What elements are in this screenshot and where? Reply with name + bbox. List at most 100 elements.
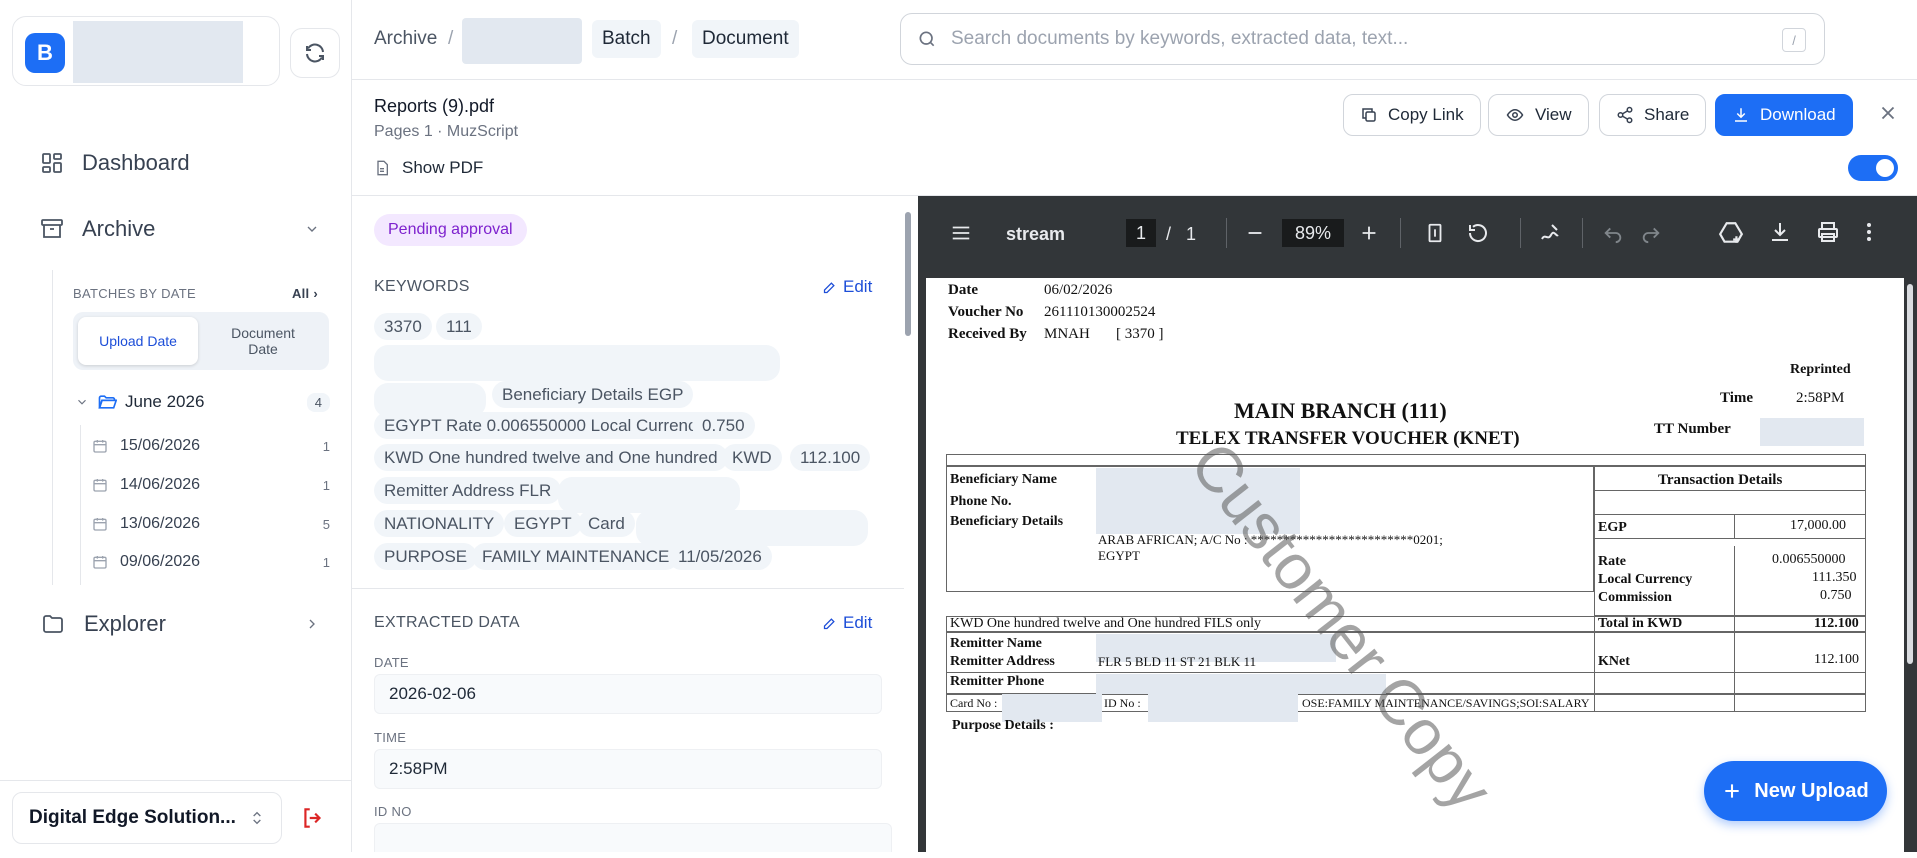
calendar-icon (93, 440, 107, 453)
nav-archive[interactable]: Archive (40, 216, 320, 242)
close-button[interactable] (1877, 102, 1899, 129)
field-date[interactable]: 2026-02-06 (374, 674, 882, 714)
toolbar-divider (1226, 218, 1227, 248)
upload-date-option[interactable]: Upload Date (78, 317, 198, 365)
date-item[interactable]: 13/06/2026 5 (92, 515, 330, 533)
print-icon[interactable] (1816, 220, 1840, 244)
calendar-icon (93, 518, 107, 531)
breadcrumb-batch[interactable]: Batch (592, 20, 661, 58)
keyword-tag: KWD One hundred twelve and One hundred (374, 444, 728, 471)
pdf-text: Rate (1598, 554, 1626, 569)
share-button[interactable]: Share (1599, 94, 1707, 136)
breadcrumb-archive[interactable]: Archive (374, 20, 437, 58)
metadata-panel: Pending approval KEYWORDS Edit 3370 111 … (352, 196, 904, 852)
refresh-button[interactable] (290, 28, 340, 78)
date-item[interactable]: 09/06/2026 1 (92, 553, 330, 571)
pdf-text: ID No : (1104, 696, 1141, 710)
pencil-icon (823, 617, 835, 629)
download-button[interactable]: Download (1715, 94, 1853, 136)
workspace-name-redacted (73, 21, 243, 83)
zoom-level[interactable]: 89% (1282, 219, 1344, 247)
add-to-drive-icon[interactable] (1718, 220, 1744, 246)
pdf-text: Phone No. (950, 494, 1012, 509)
pdf-text: EGYPT (1098, 548, 1140, 563)
field-label-id-no: ID NO (374, 804, 412, 819)
logout-icon (304, 808, 322, 828)
menu-icon[interactable] (950, 222, 972, 244)
pdf-text: Remitter Address (950, 654, 1055, 669)
keywords-edit-button[interactable]: Edit (822, 277, 872, 297)
plus-icon (1725, 784, 1739, 798)
date-count: 1 (322, 554, 330, 570)
pdf-viewer: stream 1 / 1 89% Date 06/02/2026 Voucher… (918, 196, 1917, 858)
pdf-text: Total in KWD (1598, 616, 1683, 631)
document-meta: Pages 1 · MuzScript (374, 123, 519, 140)
field-id-no[interactable] (374, 823, 892, 852)
show-pdf-text: Show PDF (402, 158, 484, 177)
keyword-tag: 3370 (374, 313, 432, 340)
scrollbar[interactable] (905, 200, 913, 852)
pdf-rule (1734, 514, 1735, 538)
workspace-switcher[interactable]: B (12, 16, 280, 86)
view-button[interactable]: View (1488, 94, 1589, 136)
date-label: 15/06/2026 (120, 437, 201, 454)
show-pdf-toggle[interactable] (1848, 155, 1898, 181)
document-date-option[interactable]: Document Date (203, 317, 323, 365)
keyword-tag: PURPOSE (374, 543, 478, 570)
nav-dashboard-label: Dashboard (82, 150, 190, 175)
more-options-icon[interactable] (1862, 220, 1876, 244)
top-bar: Archive / Batch / Document Search docume… (352, 0, 1917, 80)
copy-link-button[interactable]: Copy Link (1343, 94, 1481, 136)
chevron-down-icon (78, 399, 86, 405)
pdf-scrollbar[interactable] (1906, 280, 1914, 852)
page-number-input[interactable]: 1 (1126, 219, 1156, 247)
date-item[interactable]: 14/06/2026 1 (92, 476, 330, 494)
keyword-tag: FAMILY MAINTENANCE (472, 543, 680, 570)
redo-icon[interactable] (1640, 222, 1662, 244)
nav-dashboard[interactable]: Dashboard (40, 150, 190, 176)
document-icon (377, 160, 388, 176)
keyword-tag: 112.100 (790, 444, 871, 471)
download-icon[interactable] (1768, 220, 1792, 244)
extracted-edit-button[interactable]: Edit (822, 613, 872, 633)
divider (0, 780, 352, 781)
field-label-time: TIME (374, 730, 407, 745)
field-time[interactable]: 2:58PM (374, 749, 882, 789)
search-input[interactable]: Search documents by keywords, extracted … (900, 13, 1825, 65)
keyword-tag: Card (578, 510, 635, 537)
nav-explorer[interactable]: Explorer (40, 611, 320, 637)
dashboard-icon (42, 153, 62, 173)
nav-archive-label: Archive (82, 216, 156, 241)
undo-icon[interactable] (1602, 222, 1624, 244)
date-label: 14/06/2026 (120, 476, 201, 493)
pdf-text: 112.100 (1814, 652, 1859, 667)
eye-icon (1506, 108, 1524, 122)
pdf-text: 06/02/2026 (1044, 282, 1113, 298)
folder-count: 4 (306, 392, 330, 412)
pdf-rule (1594, 514, 1866, 515)
organization-switcher[interactable]: Digital Edge Solution... (12, 792, 282, 844)
fit-page-icon[interactable] (1424, 221, 1446, 245)
rotate-icon[interactable] (1466, 221, 1490, 245)
pdf-text: EGP (1598, 520, 1627, 535)
extracted-edit-label: Edit (843, 613, 873, 632)
logout-button[interactable] (300, 805, 326, 836)
zoom-out-icon[interactable] (1244, 222, 1266, 244)
date-item[interactable]: 15/06/2026 1 (92, 437, 330, 455)
keyword-tag: Beneficiary Details EGP (492, 381, 694, 408)
extracted-data-title: EXTRACTED DATA (374, 614, 520, 631)
pdf-text: Date (948, 282, 978, 298)
annotate-icon[interactable] (1538, 221, 1562, 245)
pencil-icon (823, 281, 835, 293)
pdf-text: Card No : (950, 696, 998, 710)
new-upload-button[interactable]: New Upload (1704, 761, 1887, 821)
show-pdf-label: Show PDF (374, 158, 483, 178)
breadcrumb-separator: / (448, 28, 454, 49)
pdf-title: stream (1006, 224, 1066, 244)
zoom-in-icon[interactable] (1358, 222, 1380, 244)
all-batches-link[interactable]: All › (292, 286, 318, 301)
breadcrumb-batch-redacted[interactable] (462, 18, 582, 64)
download-icon (1735, 108, 1747, 122)
pdf-text: Remitter Phone (950, 674, 1045, 689)
folder-june-2026[interactable]: June 2026 4 (75, 392, 330, 412)
